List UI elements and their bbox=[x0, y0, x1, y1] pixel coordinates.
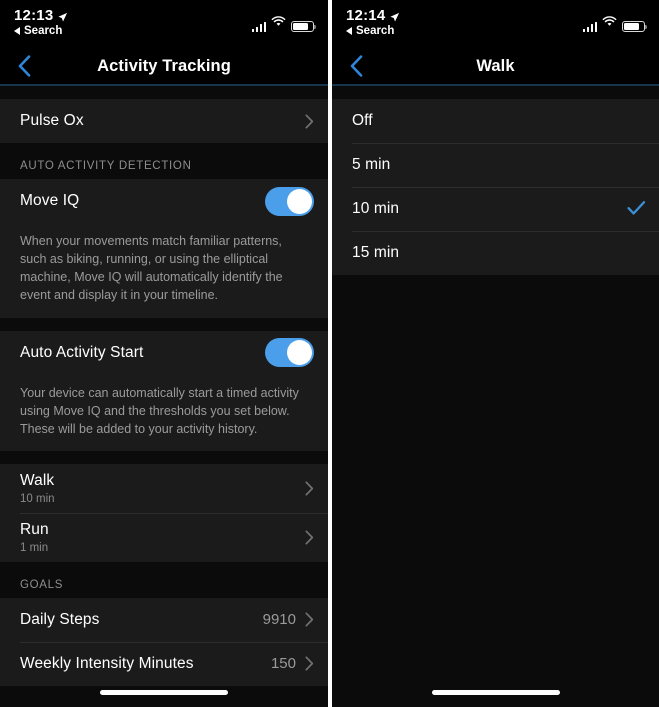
row-title: 10 min bbox=[352, 200, 400, 217]
row-value: 150 bbox=[270, 655, 296, 673]
group-goals: Daily Steps 9910 Weekly Intensity Minute… bbox=[0, 597, 328, 686]
cellular-signal-icon bbox=[582, 21, 597, 32]
nav-bar-left: Activity Tracking bbox=[0, 48, 328, 86]
row-text: 15 min bbox=[352, 244, 645, 262]
row-text: Run 1 min bbox=[20, 521, 305, 554]
row-text: Off bbox=[352, 112, 645, 130]
status-bar-indicators bbox=[582, 14, 648, 32]
status-bar-right: 12:14 Search bbox=[332, 0, 659, 48]
row-pulse-ox[interactable]: Pulse Ox bbox=[0, 99, 328, 143]
note-auto-activity-start: Your device can automatically start a ti… bbox=[0, 374, 328, 451]
battery-icon bbox=[622, 20, 648, 32]
nav-back-button-right[interactable] bbox=[345, 53, 367, 79]
toggle-knob bbox=[287, 340, 312, 365]
status-bar-time: 12:14 bbox=[346, 7, 386, 24]
row-text: 10 min bbox=[352, 200, 627, 218]
status-bar-time: 12:13 bbox=[14, 7, 54, 24]
wifi-icon bbox=[602, 14, 617, 32]
row-text: 5 min bbox=[352, 156, 645, 174]
settings-list-left: Pulse Ox AUTO ACTIVITY DETECTION Move IQ… bbox=[0, 86, 328, 705]
group-auto-activity-start: Auto Activity Start Your device can auto… bbox=[0, 330, 328, 451]
row-move-iq[interactable]: Move IQ bbox=[0, 179, 328, 223]
dual-screenshot-container: 12:13 Search Activity Tracking Pulse Ox … bbox=[0, 0, 659, 707]
row-title: Run bbox=[20, 520, 49, 538]
section-gap bbox=[0, 450, 328, 464]
home-indicator[interactable] bbox=[100, 690, 228, 695]
row-title: Walk bbox=[20, 471, 55, 489]
row-title: Auto Activity Start bbox=[20, 343, 144, 361]
status-bar-indicators bbox=[251, 14, 317, 32]
row-subtitle: 1 min bbox=[20, 541, 49, 554]
home-indicator[interactable] bbox=[431, 690, 560, 695]
group-pulse-ox: Pulse Ox bbox=[0, 99, 328, 143]
chevron-right-icon bbox=[305, 530, 314, 545]
row-title: Pulse Ox bbox=[20, 112, 84, 129]
page-title: Activity Tracking bbox=[97, 56, 231, 75]
status-bar-back-label: Search bbox=[356, 25, 395, 37]
status-bar-left: 12:13 Search bbox=[0, 0, 328, 48]
row-weekly-intensity-minutes[interactable]: Weekly Intensity Minutes 150 bbox=[0, 641, 328, 686]
chevron-right-icon bbox=[305, 481, 314, 496]
chevron-right-icon bbox=[305, 113, 314, 129]
row-daily-steps[interactable]: Daily Steps 9910 bbox=[0, 597, 328, 642]
cellular-signal-icon bbox=[251, 21, 266, 32]
triangle-back-icon bbox=[14, 27, 20, 35]
group-walk-threshold-options: Off 5 min 10 min 15 min bbox=[332, 99, 659, 275]
chevron-left-icon bbox=[350, 55, 363, 77]
wifi-icon bbox=[271, 14, 286, 32]
row-title: Weekly Intensity Minutes bbox=[20, 654, 194, 672]
row-text: Weekly Intensity Minutes bbox=[20, 655, 271, 673]
section-gap bbox=[0, 317, 328, 331]
row-text: Pulse Ox bbox=[20, 112, 305, 130]
toggle-knob bbox=[287, 188, 312, 214]
section-gap bbox=[0, 685, 328, 705]
row-title: 15 min bbox=[352, 244, 400, 261]
location-arrow-icon bbox=[389, 10, 400, 22]
triangle-back-icon bbox=[346, 27, 352, 35]
option-row-off[interactable]: Off bbox=[332, 99, 659, 143]
nav-bar-right: Walk bbox=[332, 48, 659, 86]
right-phone-screen: 12:14 Search Walk Off 5 min 10 min 15 mi… bbox=[332, 0, 659, 707]
checkmark-icon bbox=[627, 200, 646, 218]
row-run[interactable]: Run 1 min bbox=[0, 512, 328, 562]
empty-area bbox=[332, 275, 659, 705]
location-arrow-icon bbox=[57, 10, 68, 22]
group-thresholds: Walk 10 min Run 1 min bbox=[0, 463, 328, 562]
left-phone-screen: 12:13 Search Activity Tracking Pulse Ox … bbox=[0, 0, 328, 707]
option-row-10-min[interactable]: 10 min bbox=[332, 187, 659, 231]
list-top-gap bbox=[0, 86, 328, 99]
chevron-right-icon bbox=[305, 656, 314, 671]
row-text: Daily Steps bbox=[20, 611, 263, 629]
options-list-right: Off 5 min 10 min 15 min bbox=[332, 86, 659, 705]
status-bar-back-label: Search bbox=[24, 25, 63, 37]
section-header-goals: GOALS bbox=[0, 561, 328, 598]
row-title: Daily Steps bbox=[20, 610, 100, 628]
note-move-iq: When your movements match familiar patte… bbox=[0, 223, 328, 318]
move-iq-toggle[interactable] bbox=[265, 186, 314, 216]
nav-back-button-left[interactable] bbox=[13, 53, 35, 79]
battery-icon bbox=[291, 20, 317, 32]
option-row-5-min[interactable]: 5 min bbox=[332, 143, 659, 187]
row-text: Auto Activity Start bbox=[20, 344, 265, 362]
row-title: Off bbox=[352, 112, 373, 129]
row-title: Move IQ bbox=[20, 192, 80, 209]
row-text: Move IQ bbox=[20, 192, 265, 210]
chevron-right-icon bbox=[305, 612, 314, 627]
row-auto-activity-start[interactable]: Auto Activity Start bbox=[0, 330, 328, 375]
row-walk[interactable]: Walk 10 min bbox=[0, 463, 328, 513]
chevron-left-icon bbox=[18, 55, 31, 77]
row-title: 5 min bbox=[352, 156, 391, 173]
list-top-gap bbox=[332, 86, 659, 99]
option-row-15-min[interactable]: 15 min bbox=[332, 231, 659, 275]
row-value: 9910 bbox=[262, 611, 296, 629]
page-title: Walk bbox=[476, 56, 515, 75]
row-text: Walk 10 min bbox=[20, 472, 305, 505]
row-subtitle: 10 min bbox=[20, 492, 55, 505]
group-move-iq: Move IQ When your movements match famili… bbox=[0, 179, 328, 318]
auto-activity-start-toggle[interactable] bbox=[265, 338, 314, 367]
section-header-auto-activity-detection: AUTO ACTIVITY DETECTION bbox=[0, 143, 328, 179]
